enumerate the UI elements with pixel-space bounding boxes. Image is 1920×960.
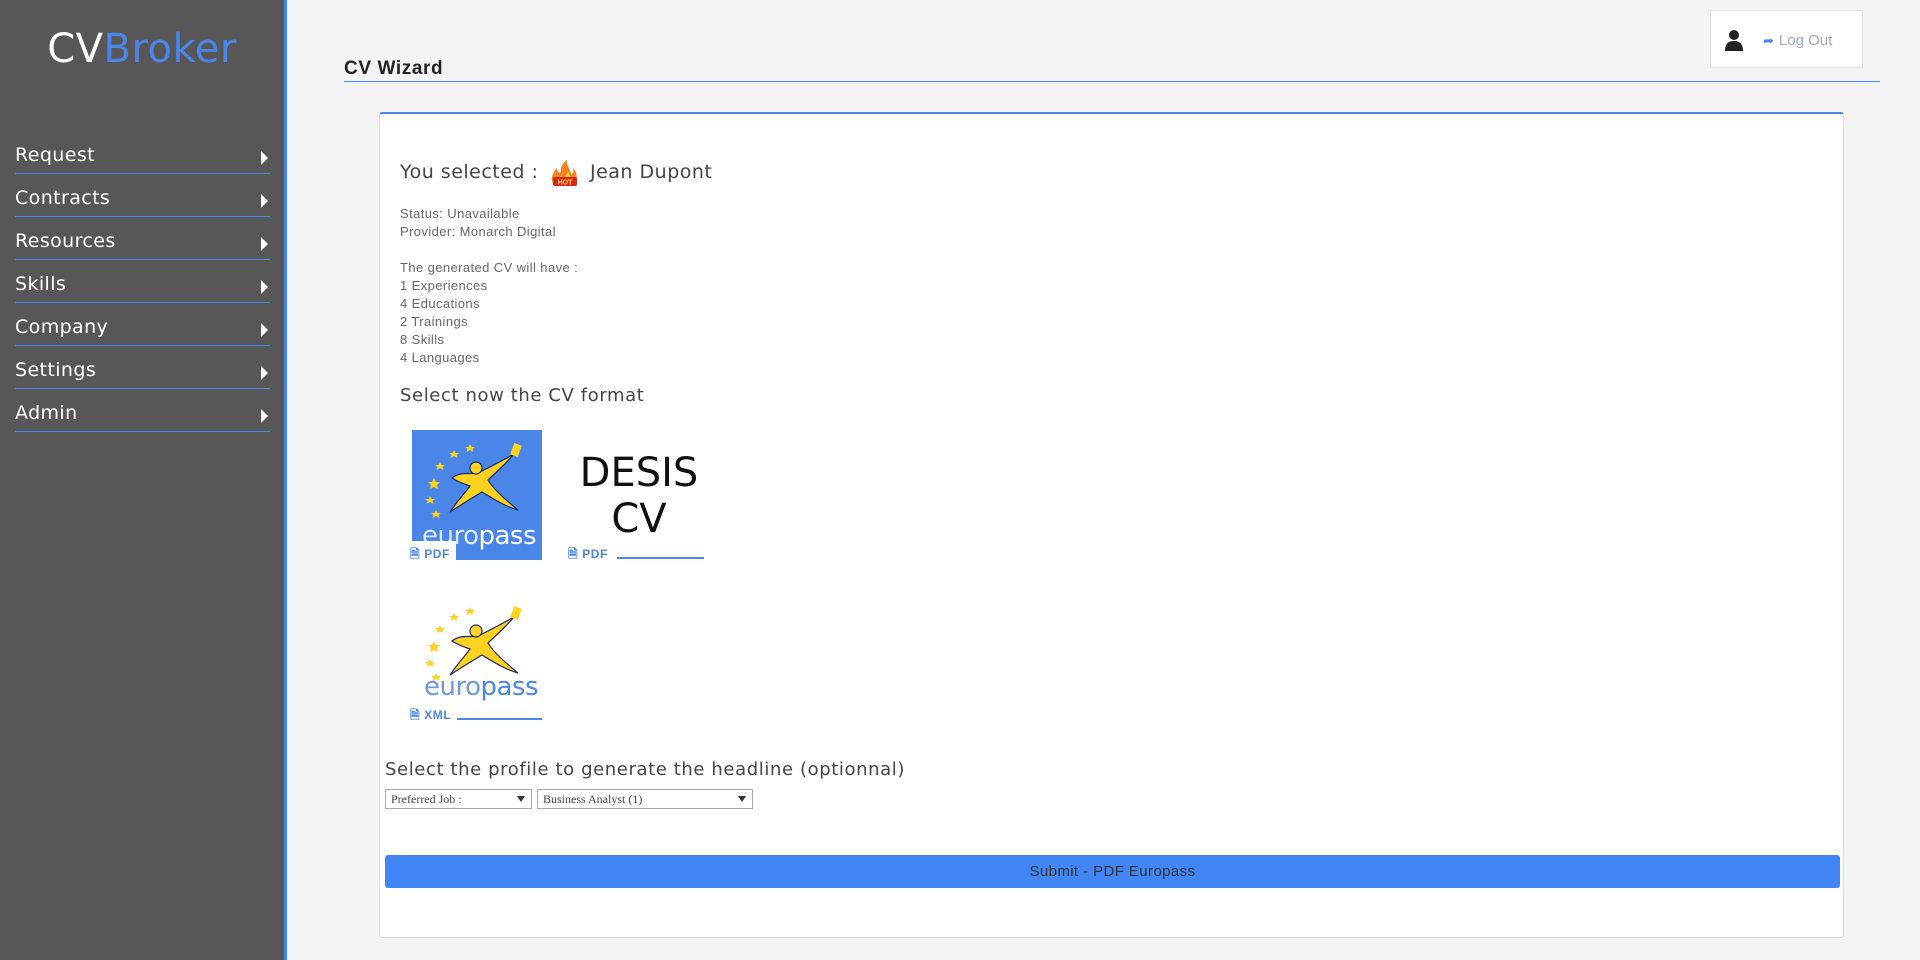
europass-figure-icon xyxy=(425,442,522,518)
hot-badge-text: HOT xyxy=(558,180,574,187)
app-logo[interactable]: CVBroker xyxy=(0,26,284,72)
status-text: Status: Unavailable xyxy=(400,206,520,221)
xml-label: 🗎 XML xyxy=(410,706,451,727)
caret-right-icon xyxy=(261,323,268,337)
count-educations: 4 Educations xyxy=(400,296,480,311)
europass-wordmark: europass xyxy=(424,672,539,702)
selected-underline xyxy=(457,718,542,720)
selected-underline xyxy=(617,557,704,559)
sidebar-item-admin[interactable]: Admin xyxy=(15,398,270,432)
caret-right-icon xyxy=(261,151,268,165)
format-europass-pdf[interactable]: europass 🗎 PDF xyxy=(408,430,542,561)
sidebar-item-label: Skills xyxy=(15,273,67,295)
hot-flame-icon: HOT xyxy=(551,160,577,187)
format-europass-xml[interactable]: europass 🗎 XML xyxy=(410,595,542,727)
desis-line1: DESIS xyxy=(579,450,699,496)
profile-value-select[interactable]: Business Analyst (1) xyxy=(537,789,753,809)
wordmark-part: pass xyxy=(478,521,537,551)
selected-name: Jean Dupont xyxy=(590,161,713,183)
sidebar-item-label: Company xyxy=(15,316,109,338)
submit-button[interactable]: Submit - PDF Europass xyxy=(385,855,1840,888)
count-experiences: 1 Experiences xyxy=(400,278,488,293)
count-skills: 8 Skills xyxy=(400,332,445,347)
wordmark-part: euro xyxy=(424,672,481,702)
user-box: ➦ Log Out xyxy=(1710,10,1863,68)
pdf-label-text: PDF xyxy=(424,547,450,561)
pdf-label: 🗎 PDF xyxy=(568,545,608,566)
user-icon[interactable] xyxy=(1725,29,1743,51)
count-trainings: 2 Trainings xyxy=(400,314,468,329)
selected-prefix: You selected : xyxy=(400,161,539,183)
logout-button[interactable]: ➦ Log Out xyxy=(1763,32,1832,49)
page-title: CV Wizard xyxy=(344,58,444,79)
sidebar-item-label: Resources xyxy=(15,230,116,252)
sidebar-item-label: Settings xyxy=(15,359,97,381)
caret-right-icon xyxy=(261,409,268,423)
sidebar-item-label: Request xyxy=(15,144,95,166)
logo-text-broker: Broker xyxy=(103,26,237,72)
sidebar-nav: Request Contracts Resources Skills Compa… xyxy=(15,140,270,441)
sidebar-item-company[interactable]: Company xyxy=(15,312,270,346)
logout-label: Log Out xyxy=(1778,32,1833,49)
sign-out-icon: ➦ xyxy=(1763,33,1774,48)
caret-right-icon xyxy=(261,366,268,380)
profile-type-select[interactable]: Preferred Job : xyxy=(385,789,532,809)
caret-right-icon xyxy=(261,194,268,208)
europass-figure-icon xyxy=(425,605,522,681)
pdf-label: 🗎 PDF xyxy=(410,545,450,566)
dropdown-arrow-icon xyxy=(738,796,746,802)
provider-text: Provider: Monarch Digital xyxy=(400,224,556,239)
sidebar-item-settings[interactable]: Settings xyxy=(15,355,270,389)
summary-intro: The generated CV will have : xyxy=(400,260,579,275)
sidebar-item-request[interactable]: Request xyxy=(15,140,270,174)
wordmark-part: pass xyxy=(480,672,539,702)
dropdown-arrow-icon xyxy=(517,796,525,802)
title-divider xyxy=(344,81,1880,82)
pdf-file-icon: 🗎 xyxy=(568,547,579,561)
logo-text-cv: CV xyxy=(47,26,104,72)
select-value: Preferred Job : xyxy=(391,792,462,806)
sidebar-item-contracts[interactable]: Contracts xyxy=(15,183,270,217)
desis-line2: CV xyxy=(611,496,667,542)
count-languages: 4 Languages xyxy=(400,350,480,365)
sidebar-item-resources[interactable]: Resources xyxy=(15,226,270,260)
pdf-file-icon: 🗎 xyxy=(410,547,421,561)
sidebar-item-label: Contracts xyxy=(15,187,111,209)
sidebar: CVBroker Request Contracts Resources Ski… xyxy=(0,0,287,960)
pdf-label-text: PDF xyxy=(582,547,608,561)
caret-right-icon xyxy=(261,280,268,294)
xml-file-icon: 🗎 xyxy=(410,708,421,722)
profile-heading: Select the profile to generate the headl… xyxy=(385,759,905,780)
format-heading: Select now the CV format xyxy=(400,385,645,406)
desis-cv-logo: DESIS CV xyxy=(569,450,709,542)
caret-right-icon xyxy=(261,237,268,251)
select-value: Business Analyst (1) xyxy=(543,792,643,806)
xml-label-text: XML xyxy=(424,708,452,722)
sidebar-item-skills[interactable]: Skills xyxy=(15,269,270,303)
sidebar-item-label: Admin xyxy=(15,402,78,424)
